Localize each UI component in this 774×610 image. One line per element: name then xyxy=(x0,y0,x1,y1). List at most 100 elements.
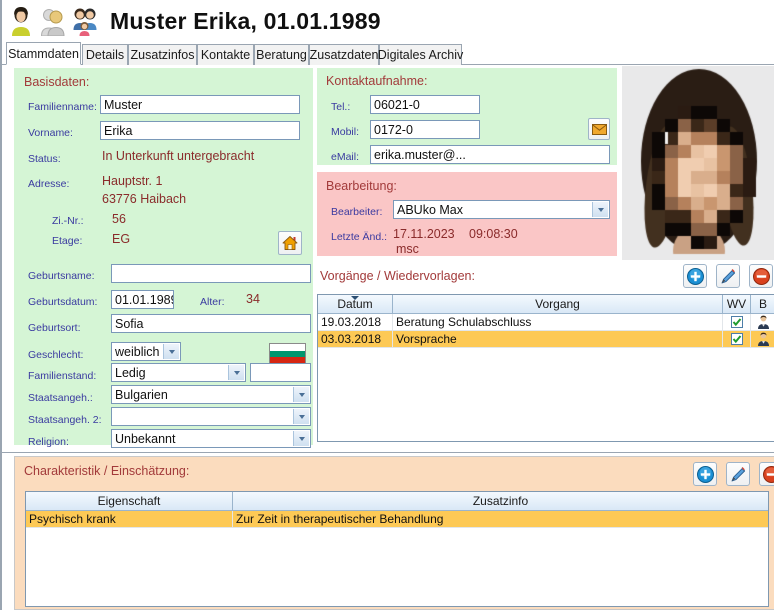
alter-label: Alter: xyxy=(200,296,225,308)
tab-zusatzdaten[interactable]: Zusatzdaten xyxy=(309,44,379,65)
status-value: In Unterkunft untergebracht xyxy=(102,149,254,163)
vorgaenge-grid[interactable]: Datum Vorgang WV B 19.03.2018 Beratung S… xyxy=(317,294,774,442)
tab-details[interactable]: Details xyxy=(82,44,128,65)
mobil-input[interactable]: 0172-0 xyxy=(370,120,480,139)
chevron-down-icon[interactable] xyxy=(293,387,309,402)
familienstand-value: Ledig xyxy=(115,366,146,380)
tel-label: Tel.: xyxy=(331,101,350,113)
pencil-icon xyxy=(730,466,747,483)
page-title: Muster Erika, 01.01.1989 xyxy=(110,8,381,35)
kontaktaufnahme-legend: Kontaktaufnahme: xyxy=(326,74,427,88)
letzte-aenderung-label: Letzte Änd.: xyxy=(331,231,387,243)
tab-kontakte[interactable]: Kontakte xyxy=(197,44,254,65)
charakteristik-panel: Charakteristik / Einschätzung: xyxy=(14,456,774,610)
column-header-datum[interactable]: Datum xyxy=(318,295,393,313)
column-header-wv[interactable]: WV xyxy=(723,295,751,313)
cell-datum: 03.03.2018 xyxy=(318,331,393,347)
cell-wv[interactable] xyxy=(723,314,751,330)
chevron-down-icon[interactable] xyxy=(293,431,309,446)
email-input[interactable]: erika.muster@... xyxy=(370,145,610,164)
letzte-aenderung-time: 09:08:30 xyxy=(469,227,518,241)
minus-circle-icon xyxy=(763,466,774,483)
cell-eigenschaft: Psychisch krank xyxy=(26,511,233,527)
geburtsort-label: Geburtsort: xyxy=(28,322,81,334)
geschlecht-select[interactable]: weiblich xyxy=(111,342,181,361)
tel-input[interactable]: 06021-0 xyxy=(370,95,480,114)
table-row[interactable]: 03.03.2018 Vorsprache xyxy=(318,331,774,348)
geschlecht-value: weiblich xyxy=(115,345,159,359)
vorgaenge-delete-button[interactable] xyxy=(749,264,773,288)
basisdaten-panel: Basisdaten: Familienname: Muster Vorname… xyxy=(14,68,313,445)
geburtsort-input[interactable]: Sofia xyxy=(111,314,311,333)
kontaktaufnahme-panel: Kontaktaufnahme: Tel.: 06021-0 Mobil: 01… xyxy=(317,68,617,165)
familienstand-label: Familienstand: xyxy=(28,370,96,382)
tab-beratung[interactable]: Beratung xyxy=(254,44,309,65)
geburtsdatum-label: Geburtsdatum: xyxy=(28,296,97,308)
familienstand-extra-input[interactable] xyxy=(250,363,311,382)
checkbox-checked-icon[interactable] xyxy=(731,316,743,328)
familienname-label: Familienname: xyxy=(28,101,97,113)
vorgaenge-legend: Vorgänge / Wiedervorlagen: xyxy=(320,269,475,283)
table-row[interactable]: 19.03.2018 Beratung Schulabschluss xyxy=(318,314,774,331)
section-divider xyxy=(2,452,774,453)
vorgaenge-edit-button[interactable] xyxy=(716,264,740,288)
tab-zusatzinfos[interactable]: Zusatzinfos xyxy=(128,44,197,65)
send-email-button[interactable] xyxy=(588,118,610,140)
chevron-down-icon[interactable] xyxy=(228,365,244,380)
charakteristik-legend: Charakteristik / Einschätzung: xyxy=(24,464,189,478)
cell-b xyxy=(751,314,774,330)
pencil-icon xyxy=(720,268,737,285)
portrait-photo xyxy=(622,66,774,260)
cell-zusatzinfo: Zur Zeit in therapeutischer Behandlung xyxy=(233,511,768,527)
charakteristik-delete-button[interactable] xyxy=(759,462,774,486)
status-label: Status: xyxy=(28,153,61,165)
bearbeiter-select[interactable]: ABUko Max xyxy=(393,200,610,219)
table-row[interactable]: Psychisch krank Zur Zeit in therapeutisc… xyxy=(26,511,768,528)
person-record-window: Muster Erika, 01.01.1989 Stammdaten Deta… xyxy=(0,0,774,610)
geburtsname-input[interactable] xyxy=(111,264,311,283)
religion-select[interactable]: Unbekannt xyxy=(111,429,311,448)
basisdaten-legend: Basisdaten: xyxy=(24,75,89,89)
geschlecht-label: Geschlecht: xyxy=(28,349,83,361)
column-header-b[interactable]: B xyxy=(751,295,774,313)
chevron-down-icon[interactable] xyxy=(163,344,179,359)
letzte-aenderung-user: msc xyxy=(396,242,419,256)
tab-stammdaten[interactable]: Stammdaten xyxy=(6,42,81,65)
charakteristik-grid[interactable]: Eigenschaft Zusatzinfo Psychisch krank Z… xyxy=(25,491,769,607)
window-titlebar: Muster Erika, 01.01.1989 xyxy=(2,0,774,42)
staatsangeh2-label: Staatsangeh. 2: xyxy=(28,414,102,426)
familienstand-select[interactable]: Ledig xyxy=(111,363,246,382)
column-header-vorgang[interactable]: Vorgang xyxy=(393,295,723,313)
charakteristik-edit-button[interactable] xyxy=(726,462,750,486)
bearbeiter-value: ABUko Max xyxy=(397,203,463,217)
vorname-input[interactable]: Erika xyxy=(100,121,300,140)
person-icon xyxy=(8,6,34,36)
person-badge-icon xyxy=(757,332,770,346)
geburtsdatum-input[interactable]: 01.01.1989 xyxy=(111,290,174,309)
staatsangeh2-select[interactable] xyxy=(111,407,311,426)
family-icon xyxy=(72,6,98,36)
minus-circle-icon xyxy=(753,268,770,285)
vorgaenge-add-button[interactable] xyxy=(683,264,707,288)
address-house-button[interactable] xyxy=(278,231,302,255)
checkbox-checked-icon[interactable] xyxy=(731,333,743,345)
person-badge-icon xyxy=(757,315,770,329)
chevron-down-icon[interactable] xyxy=(293,409,309,424)
cell-wv[interactable] xyxy=(723,331,751,347)
chevron-down-icon[interactable] xyxy=(592,202,608,217)
mobil-label: Mobil: xyxy=(331,126,359,138)
cell-datum: 19.03.2018 xyxy=(318,314,393,330)
plus-circle-icon xyxy=(697,466,714,483)
person-group-gray-icon xyxy=(40,6,66,36)
tab-digitales-archiv[interactable]: Digitales Archiv xyxy=(379,44,462,65)
email-label: eMail: xyxy=(331,151,359,163)
column-header-eigenschaft[interactable]: Eigenschaft xyxy=(26,492,233,510)
column-header-zusatzinfo[interactable]: Zusatzinfo xyxy=(233,492,768,510)
geburtsname-label: Geburtsname: xyxy=(28,270,95,282)
letzte-aenderung-date: 17.11.2023 xyxy=(393,227,455,241)
staatsangeh-select[interactable]: Bulgarien xyxy=(111,385,311,404)
familienname-input[interactable]: Muster xyxy=(100,95,300,114)
adresse-city: 63776 Haibach xyxy=(102,192,186,206)
charakteristik-add-button[interactable] xyxy=(693,462,717,486)
charakteristik-grid-header: Eigenschaft Zusatzinfo xyxy=(26,492,768,511)
